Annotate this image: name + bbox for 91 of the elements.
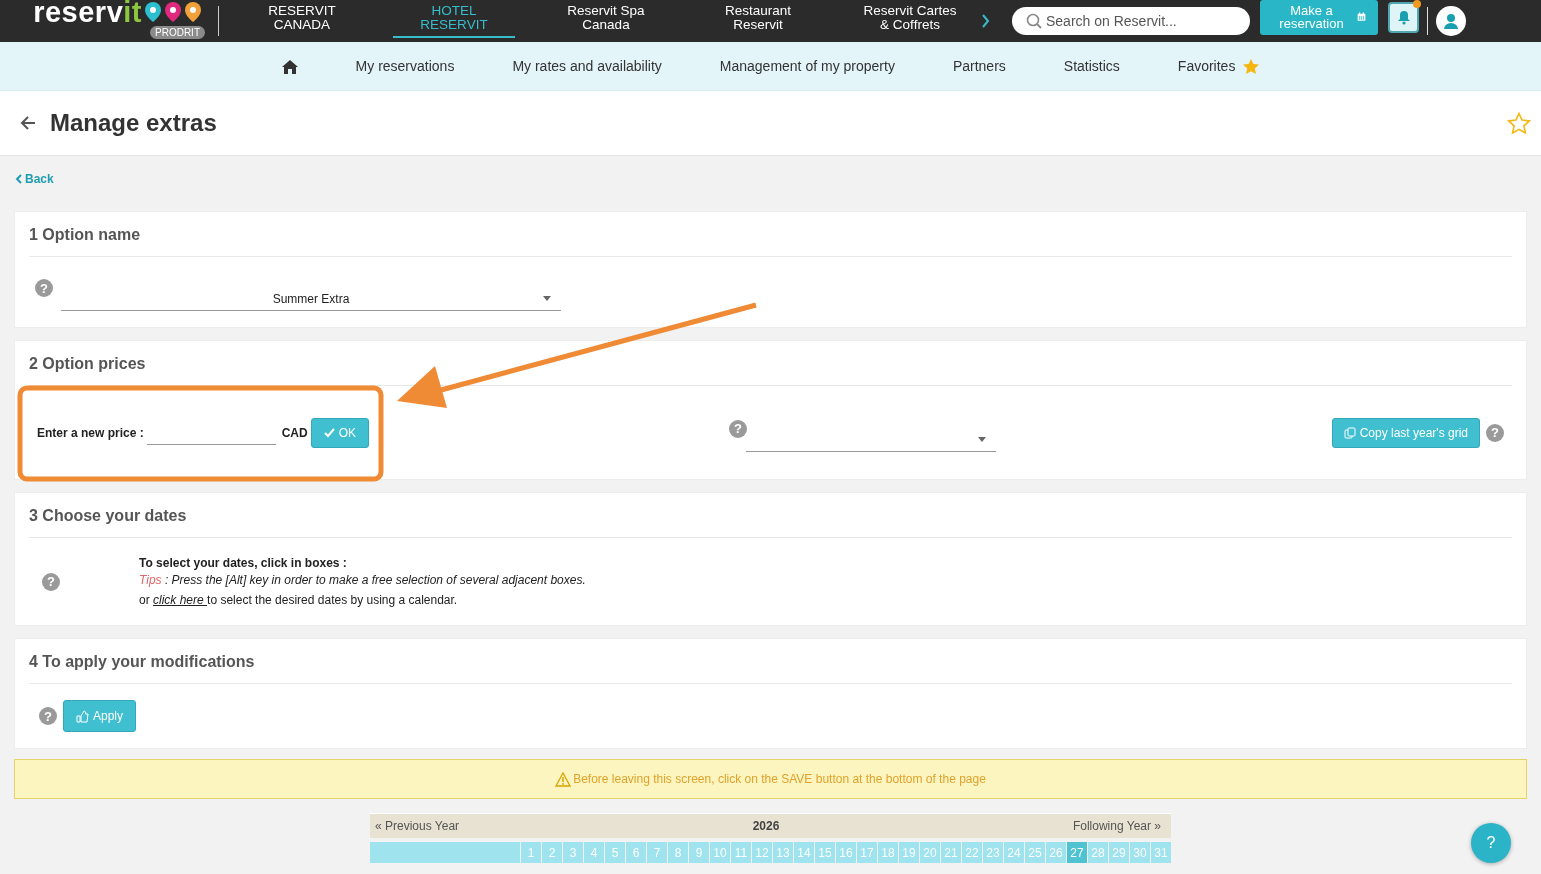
day-cell[interactable]: 22	[962, 842, 982, 863]
day-cell[interactable]: 23	[983, 842, 1003, 863]
ok-button[interactable]: OK	[310, 417, 370, 448]
check-icon	[323, 427, 335, 438]
nav-tab[interactable]: RESERVIT CANADA	[241, 4, 363, 38]
day-cell[interactable]: 5	[605, 842, 625, 863]
day-cell[interactable]: 31	[1151, 842, 1171, 863]
day-cell[interactable]: 27	[1067, 842, 1087, 863]
section-title: 3 Choose your dates	[28, 506, 188, 526]
page-title: Manage extras	[50, 109, 218, 137]
search-icon	[1026, 13, 1042, 29]
day-cell[interactable]: 1	[521, 842, 541, 863]
menu-link[interactable]: Management of my property	[719, 58, 895, 74]
day-cell[interactable]: 7	[647, 842, 667, 863]
make-reservation-button[interactable]: Make a reservation	[1260, 0, 1378, 35]
map-pins-drawing	[144, 1, 202, 23]
day-cell[interactable]: 9	[689, 842, 709, 863]
day-cell[interactable]: 29	[1109, 842, 1129, 863]
menu-link[interactable]: My rates and availability	[512, 58, 662, 74]
warning-icon	[555, 771, 572, 787]
tips-text: Tips : Press the [Alt] key in order to make a free selection of several adjacent boxes.	[139, 571, 586, 589]
currency-label: CAD	[281, 425, 308, 440]
help-icon[interactable]: ?	[729, 419, 747, 438]
search-field[interactable]: Search on Reservit...	[1012, 7, 1250, 35]
thumbs-up-icon	[76, 709, 89, 723]
option-select[interactable]: Summer Extra	[61, 287, 561, 311]
brand-badge: PRODRIT	[150, 26, 205, 39]
back-arrow-icon[interactable]	[20, 115, 36, 131]
menu-link[interactable]: My reservations	[355, 58, 455, 74]
user-avatar[interactable]	[1436, 6, 1466, 36]
nav-tab[interactable]: Reservit Cartes & Coffrets	[849, 4, 971, 38]
day-cell[interactable]: 16	[836, 842, 856, 863]
day-cell[interactable]: 18	[878, 842, 898, 863]
nav-tab[interactable]: Restaurant Reservit	[697, 4, 819, 38]
day-cell[interactable]: 30	[1130, 842, 1150, 863]
day-cell[interactable]: 26	[1046, 842, 1066, 863]
day-cell[interactable]: 2	[542, 842, 562, 863]
help-icon[interactable]: ?	[42, 572, 60, 591]
back-link[interactable]: Back	[15, 172, 54, 186]
day-cell[interactable]: 20	[920, 842, 940, 863]
section-title: 4 To apply your modifications	[28, 652, 256, 672]
section-title: 1 Option name	[28, 225, 142, 245]
apply-button[interactable]: Apply	[63, 700, 137, 732]
day-cell[interactable]: 21	[941, 842, 961, 863]
day-cell[interactable]: 3	[563, 842, 583, 863]
copy-icon	[1343, 426, 1356, 439]
day-cell[interactable]: 28	[1088, 842, 1108, 863]
menu-link[interactable]: Partners	[952, 58, 1006, 74]
warning-text: Before leaving this screen, click on the SAVE button at the bottom of the page	[573, 772, 986, 786]
copy-grid-button[interactable]: Copy last year's grid	[1331, 417, 1480, 448]
menu-link[interactable]: Statistics	[1063, 58, 1120, 74]
calendar-hint-text: or click here to select the desired dates by using a calendar.	[139, 591, 459, 609]
click-here-link[interactable]: click here	[153, 592, 208, 607]
day-cell[interactable]: 8	[668, 842, 688, 863]
nav-tab[interactable]: HOTEL RESERVIT	[393, 4, 515, 38]
help-icon[interactable]: ?	[35, 279, 53, 297]
year-label: 2026	[752, 819, 780, 833]
chevron-left-icon	[15, 174, 22, 184]
day-cell[interactable]: 19	[899, 842, 919, 863]
instructions-heading: To select your dates, click in boxes :	[139, 554, 348, 572]
bell-icon	[1396, 9, 1411, 25]
day-cell[interactable]: 15	[815, 842, 835, 863]
day-cell[interactable]: 17	[857, 842, 877, 863]
help-icon[interactable]: ?	[1486, 423, 1504, 442]
day-cell[interactable]: 6	[626, 842, 646, 863]
day-cell[interactable]: 25	[1025, 842, 1045, 863]
dropdown-caret-icon	[543, 296, 551, 301]
day-cell[interactable]: 13	[773, 842, 793, 863]
logo-text[interactable]: reservit	[33, 0, 142, 25]
help-icon[interactable]: ?	[39, 707, 57, 725]
section-title: 2 Option prices	[28, 354, 147, 374]
day-cell[interactable]: 12	[752, 842, 772, 863]
nav-tab[interactable]: Reservit Spa Canada	[545, 4, 667, 38]
star-outline-icon[interactable]	[1507, 111, 1531, 135]
dropdown-caret-icon	[978, 436, 986, 442]
home-icon[interactable]	[281, 58, 298, 74]
field-label: Enter a new price :	[37, 425, 144, 440]
person-icon	[1443, 13, 1459, 29]
day-cell[interactable]: 11	[731, 842, 751, 863]
day-cell[interactable]: 24	[1004, 842, 1024, 863]
favorites-link[interactable]: Favorites	[1177, 58, 1260, 74]
day-cell[interactable]: 4	[584, 842, 604, 863]
day-cell[interactable]: 14	[794, 842, 814, 863]
next-year-link[interactable]: Following Year »	[1072, 819, 1161, 833]
previous-year-link[interactable]: « Previous Year	[375, 819, 460, 833]
calendar-icon	[1357, 10, 1366, 24]
notifications-button[interactable]	[1388, 1, 1419, 33]
chevron-right-icon[interactable]	[981, 13, 990, 29]
day-cell[interactable]: 10	[710, 842, 730, 863]
star-icon	[1243, 58, 1260, 74]
help-button[interactable]: ?	[1471, 823, 1511, 863]
